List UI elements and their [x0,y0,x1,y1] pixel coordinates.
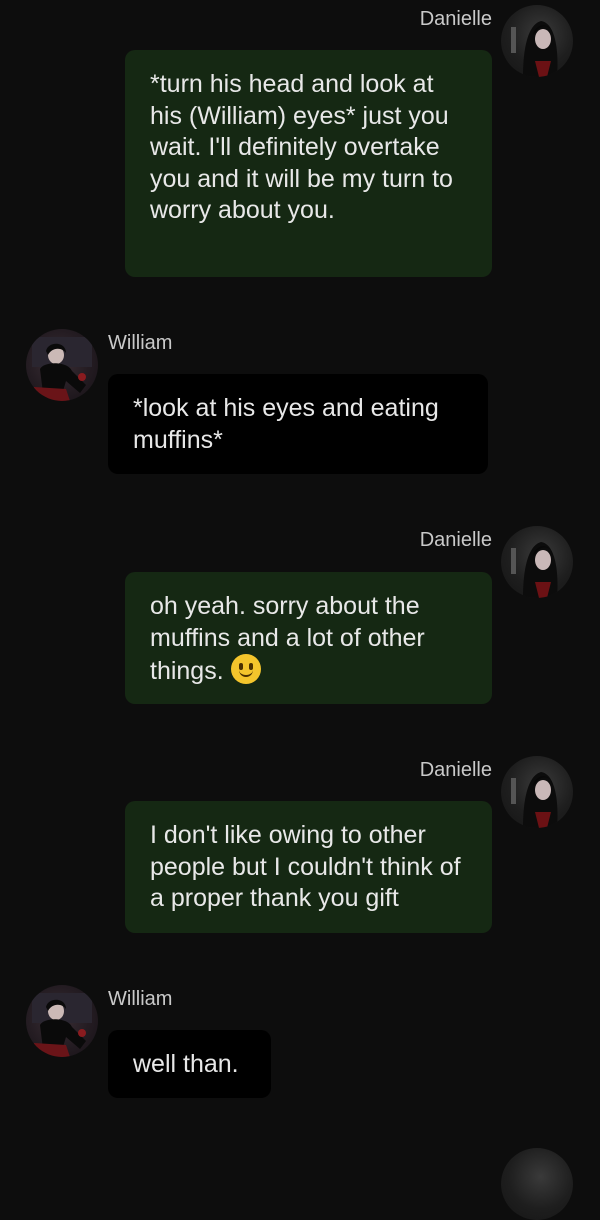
sender-name: Danielle [419,759,492,781]
danielle-avatar[interactable] [501,526,573,598]
message-bubble[interactable]: *look at his eyes and eating muffins* [108,374,488,474]
message-text: oh yeah. sorry about the muffins and a l… [150,592,425,685]
avatar-portrait-icon [30,993,92,1057]
sender-name: William [108,332,173,354]
danielle-avatar[interactable] [501,5,573,77]
sender-name: William [108,988,173,1010]
danielle-avatar-partial[interactable] [501,1148,573,1220]
william-avatar[interactable] [26,985,98,1057]
sender-name: Danielle [419,8,492,30]
avatar-portrait-icon [511,772,558,828]
avatar-portrait-icon [511,542,558,598]
danielle-avatar[interactable] [501,756,573,828]
avatar-portrait-icon [511,21,558,77]
message-bubble[interactable]: I don't like owing to other people but I… [125,801,492,933]
message-bubble[interactable]: *turn his head and look at his (William)… [125,50,492,277]
message-bubble[interactable]: oh yeah. sorry about the muffins and a l… [125,572,492,704]
sender-name: Danielle [419,529,492,551]
slightly-smiling-face-icon [230,654,261,684]
message-bubble[interactable]: well than. [108,1030,271,1098]
william-avatar[interactable] [26,329,98,401]
avatar-portrait-icon [30,337,92,401]
